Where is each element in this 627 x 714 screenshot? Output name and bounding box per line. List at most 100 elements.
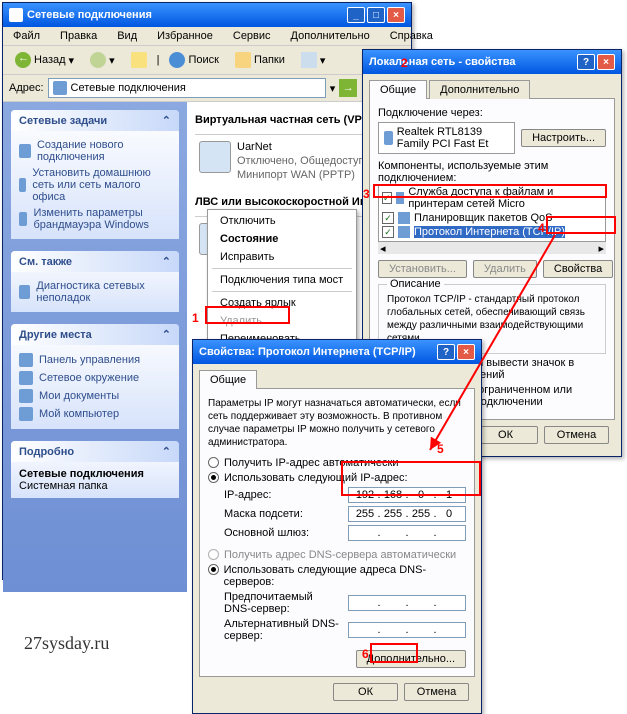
views-button[interactable]: ▾ xyxy=(295,49,332,71)
toolbar: Назад▾ ▾ | Поиск Папки ▾ xyxy=(3,46,411,75)
ip-label: IP-адрес: xyxy=(224,489,342,501)
back-icon xyxy=(15,52,31,68)
task-home-network[interactable]: Установить домашнюю сеть или сеть малого… xyxy=(19,165,171,205)
checkbox[interactable] xyxy=(382,192,392,204)
gw-input[interactable]: ... xyxy=(348,525,466,541)
help-button[interactable]: ? xyxy=(437,344,455,360)
my-docs-link[interactable]: Мои документы xyxy=(19,387,171,405)
search-button[interactable]: Поиск xyxy=(163,49,224,71)
search-icon xyxy=(169,52,185,68)
network-places-link[interactable]: Сетевое окружение xyxy=(19,369,171,387)
address-input[interactable]: Сетевые подключения xyxy=(48,78,326,98)
minimize-button[interactable]: _ xyxy=(347,7,365,23)
diag-link[interactable]: Диагностика сетевых неполадок xyxy=(19,278,171,306)
close-button[interactable]: × xyxy=(457,344,475,360)
service-icon xyxy=(398,212,410,224)
ip-input[interactable]: 192.168.0.1 xyxy=(348,487,466,503)
radio-manual-ip[interactable] xyxy=(208,472,219,483)
wizard-icon xyxy=(19,144,31,158)
details-name: Сетевые подключения xyxy=(19,468,171,480)
comp-qos[interactable]: Планировщик пакетов QoS xyxy=(379,211,605,225)
firewall-icon xyxy=(19,212,27,226)
mask-input[interactable]: 255.255.255.0 xyxy=(348,506,466,522)
protocol-icon xyxy=(398,226,410,238)
close-button[interactable]: × xyxy=(597,54,615,70)
fwd-button[interactable]: ▾ xyxy=(84,49,121,71)
ok-button[interactable]: ОК xyxy=(333,683,398,701)
maximize-button[interactable]: □ xyxy=(367,7,385,23)
component-list[interactable]: Служба доступа к файлам и принтерам сете… xyxy=(378,184,606,242)
intro-text: Параметры IP могут назначаться автоматич… xyxy=(208,397,466,449)
dns1-input[interactable]: ... xyxy=(348,595,466,611)
menu-adv[interactable]: Дополнительно xyxy=(285,29,376,43)
menu-tools[interactable]: Сервис xyxy=(227,29,277,43)
control-panel-link[interactable]: Панель управления xyxy=(19,351,171,369)
details-header[interactable]: Подробно⌃ xyxy=(11,441,179,462)
menu-file[interactable]: Файл xyxy=(7,29,46,43)
views-icon xyxy=(301,52,317,68)
folders-button[interactable]: Папки xyxy=(229,49,291,71)
horizontal-scrollbar[interactable]: ◂▸ xyxy=(378,242,606,254)
mask-label: Маска подсети: xyxy=(224,508,342,520)
address-label: Адрес: xyxy=(9,82,44,94)
back-button[interactable]: Назад▾ xyxy=(9,49,80,71)
remove-button[interactable]: Удалить xyxy=(473,260,537,278)
configure-button[interactable]: Настроить... xyxy=(521,129,606,147)
menu-help[interactable]: Справка xyxy=(384,29,439,43)
up-button[interactable] xyxy=(125,49,153,71)
ctx-repair[interactable]: Исправить xyxy=(208,248,356,266)
go-button[interactable]: → xyxy=(339,79,357,97)
radio-auto-dns xyxy=(208,549,219,560)
ctx-shortcut[interactable]: Создать ярлык xyxy=(208,294,356,312)
menu-fav[interactable]: Избранное xyxy=(151,29,219,43)
dns2-input[interactable]: ... xyxy=(348,622,466,638)
ctx-delete: Удалить xyxy=(208,312,356,330)
checkbox[interactable] xyxy=(382,226,394,238)
help-button[interactable]: ? xyxy=(577,54,595,70)
gw-label: Основной шлюз: xyxy=(224,527,342,539)
lanprops-titlebar: Локальная сеть - свойства ? × xyxy=(363,50,621,74)
advanced-button[interactable]: Дополнительно... xyxy=(356,650,466,668)
desc-text: Протокол TCP/IP - стандартный протокол г… xyxy=(387,293,597,345)
ctx-disable[interactable]: Отключить xyxy=(208,212,356,230)
explorer-titlebar: Сетевые подключения _ □ × xyxy=(3,3,411,27)
comp-tcpip[interactable]: Протокол Интернета (TCP/IP) xyxy=(379,225,605,239)
radio-manual-dns[interactable] xyxy=(208,564,219,575)
close-button[interactable]: × xyxy=(387,7,405,23)
adapter-box: Realtek RTL8139 Family PCI Fast Et xyxy=(378,122,515,154)
diag-icon xyxy=(19,285,30,299)
task-firewall[interactable]: Изменить параметры брандмауэра Windows xyxy=(19,205,171,233)
radio-auto-ip[interactable] xyxy=(208,457,219,468)
tab-advanced[interactable]: Дополнительно xyxy=(429,80,530,99)
tab-general[interactable]: Общие xyxy=(369,80,427,99)
computer-icon xyxy=(19,407,33,421)
details-type: Системная папка xyxy=(19,480,171,492)
install-button[interactable]: Установить... xyxy=(378,260,467,278)
menubar: Файл Правка Вид Избранное Сервис Дополни… xyxy=(3,27,411,46)
menu-edit[interactable]: Правка xyxy=(54,29,103,43)
watermark: 27sysday.ru xyxy=(24,633,109,654)
components-label: Компоненты, используемые этим подключени… xyxy=(378,160,606,184)
forward-icon xyxy=(90,52,106,68)
ctx-status[interactable]: Состояние xyxy=(208,230,356,248)
comp-fileshare[interactable]: Служба доступа к файлам и принтерам сете… xyxy=(379,185,605,211)
seealso-header[interactable]: См. также⌃ xyxy=(11,251,179,272)
ctx-bridge[interactable]: Подключения типа мост xyxy=(208,271,356,289)
service-icon xyxy=(396,192,405,204)
tcpip-title: Свойства: Протокол Интернета (TCP/IP) xyxy=(199,346,416,358)
properties-button[interactable]: Свойства xyxy=(543,260,613,278)
tcpip-titlebar: Свойства: Протокол Интернета (TCP/IP) ? … xyxy=(193,340,481,364)
other-header[interactable]: Другие места⌃ xyxy=(11,324,179,345)
cancel-button[interactable]: Отмена xyxy=(404,683,469,701)
task-new-connection[interactable]: Создание нового подключения xyxy=(19,137,171,165)
desc-title: Описание xyxy=(387,278,444,290)
checkbox[interactable] xyxy=(382,212,394,224)
collapse-icon: ⌃ xyxy=(162,445,171,458)
menu-view[interactable]: Вид xyxy=(111,29,143,43)
tasks-header[interactable]: Сетевые задачи⌃ xyxy=(11,110,179,131)
my-computer-link[interactable]: Мой компьютер xyxy=(19,405,171,423)
ok-button[interactable]: ОК xyxy=(473,426,538,444)
control-panel-icon xyxy=(19,353,33,367)
cancel-button[interactable]: Отмена xyxy=(544,426,609,444)
tab-general[interactable]: Общие xyxy=(199,370,257,389)
